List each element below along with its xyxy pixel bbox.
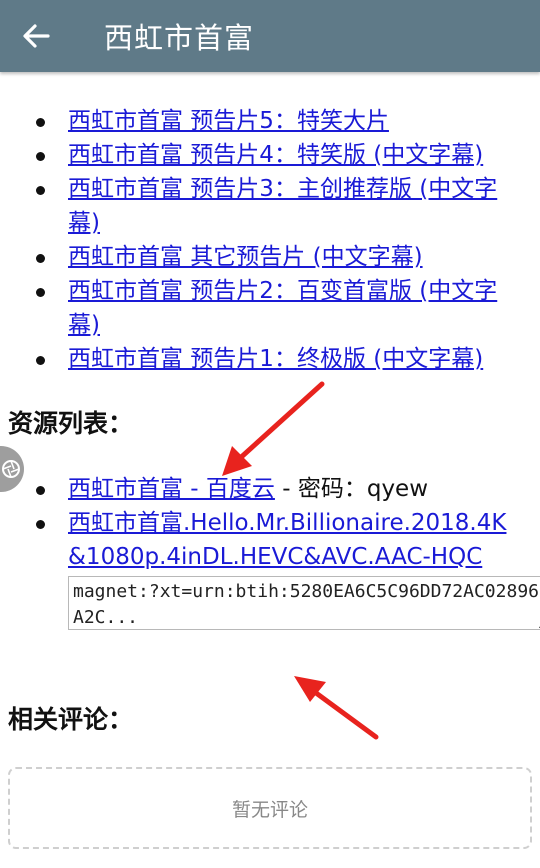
- arrow-pointer-icon: [222, 381, 325, 476]
- comments-empty-box: 暂无评论: [8, 767, 532, 849]
- list-item: 西虹市首富 预告片5：特笑大片: [0, 104, 540, 138]
- trailer-link[interactable]: 西虹市首富 预告片4：特笑版 (中文字幕): [68, 142, 483, 168]
- list-item: 西虹市首富.Hello.Mr.Billionaire.2018.4K&1080p…: [0, 506, 540, 630]
- page-title: 西虹市首富: [104, 21, 255, 55]
- back-button[interactable]: [0, 0, 72, 72]
- arrow-pointer-icon: [294, 676, 379, 740]
- password-text: - 密码：qyew: [274, 476, 429, 502]
- list-item: 西虹市首富 预告片2：百变首富版 (中文字幕): [0, 274, 540, 342]
- trailer-link[interactable]: 西虹市首富 其它预告片 (中文字幕): [68, 244, 423, 270]
- resources-heading: 资源列表：: [8, 409, 134, 438]
- trailer-link[interactable]: 西虹市首富 预告片1：终极版 (中文字幕): [68, 346, 483, 372]
- magnet-field[interactable]: magnet:?xt=urn:btih:5280EA6C5C96DD72AC02…: [68, 576, 540, 630]
- arrow-left-icon: [23, 24, 50, 48]
- resource-list: 西虹市首富 - 百度云 - 密码：qyew 西虹市首富.Hello.Mr.Bil…: [0, 472, 540, 630]
- trailer-link[interactable]: 西虹市首富 预告片2：百变首富版 (中文字幕): [68, 278, 497, 338]
- baidu-cloud-link[interactable]: 西虹市首富 - 百度云: [68, 476, 275, 502]
- empty-comments-text: 暂无评论: [231, 798, 308, 821]
- trailer-link[interactable]: 西虹市首富 预告片5：特笑大片: [68, 108, 389, 134]
- list-item: 西虹市首富 预告片1：终极版 (中文字幕): [0, 342, 540, 376]
- trailer-link[interactable]: 西虹市首富 预告片3：主创推荐版 (中文字幕): [68, 176, 497, 236]
- list-item: 西虹市首富 - 百度云 - 密码：qyew: [0, 472, 540, 506]
- list-item: 西虹市首富 其它预告片 (中文字幕): [0, 240, 540, 274]
- comments-heading: 相关评论：: [8, 705, 134, 734]
- torrent-link[interactable]: 西虹市首富.Hello.Mr.Billionaire.2018.4K&1080p…: [68, 510, 506, 570]
- list-item: 西虹市首富 预告片3：主创推荐版 (中文字幕): [0, 172, 540, 240]
- app-bar: 西虹市首富: [0, 0, 540, 72]
- trailer-list: 西虹市首富 预告片5：特笑大片 西虹市首富 预告片4：特笑版 (中文字幕) 西虹…: [0, 104, 540, 376]
- list-item: 西虹市首富 预告片4：特笑版 (中文字幕): [0, 138, 540, 172]
